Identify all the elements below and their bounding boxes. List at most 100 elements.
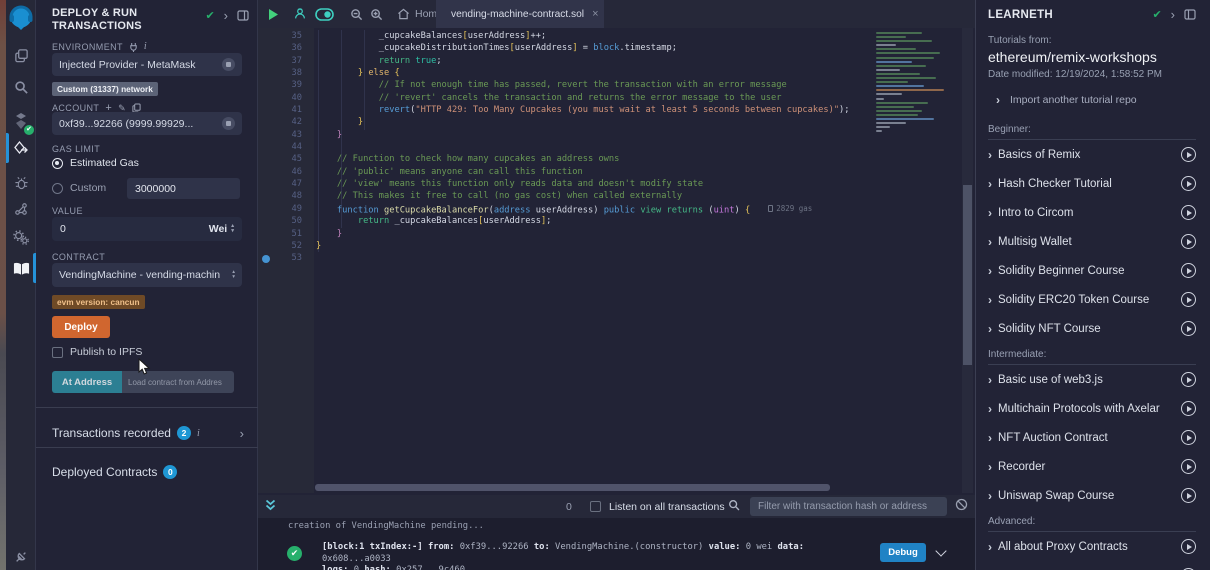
tutorial-item[interactable]: ›Uniswap Swap Course	[988, 481, 1196, 510]
tutorial-item[interactable]: ›Solidity ERC20 Token Course	[988, 285, 1196, 314]
code-line[interactable]: 42 }	[258, 116, 918, 128]
search-icon[interactable]	[6, 74, 36, 100]
filter-transactions-input[interactable]	[750, 497, 947, 516]
environment-select[interactable]: Injected Provider - MetaMask	[52, 53, 242, 76]
code-line[interactable]: 46 // 'public' means anyone can call thi…	[258, 166, 918, 178]
play-tutorial-button[interactable]	[1181, 321, 1196, 336]
tutorial-item[interactable]: ›NFT Auction Contract	[988, 423, 1196, 452]
solidity-analyzers-icon[interactable]	[6, 196, 36, 222]
code-line[interactable]: 36 _cupcakeDistributionTimes[userAddress…	[258, 42, 918, 54]
copy-address-icon[interactable]	[222, 117, 235, 130]
play-tutorial-button[interactable]	[1181, 430, 1196, 445]
deployed-contracts-row[interactable]: Deployed Contracts 0	[52, 458, 244, 486]
play-tutorial-button[interactable]	[1181, 147, 1196, 162]
expand-terminal-icon[interactable]	[264, 498, 277, 516]
publish-ipfs-row[interactable]: Publish to IPFS	[52, 346, 142, 358]
play-tutorial-button[interactable]	[1181, 292, 1196, 307]
play-tutorial-button[interactable]	[1181, 205, 1196, 220]
code-line[interactable]: 49 function getCupcakeBalanceFor(address…	[258, 203, 918, 215]
code-line[interactable]: 40 // 'revert' cancels the transaction a…	[258, 92, 918, 104]
editor-vertical-scrollbar[interactable]	[962, 28, 973, 493]
pin-panel-icon[interactable]	[1184, 9, 1196, 20]
transaction-log[interactable]: [block:1 txIndex:-] from: 0xf39...92266 …	[322, 542, 872, 570]
tutorial-item[interactable]: ›Hash Checker Tutorial	[988, 169, 1196, 198]
radio-selected-icon[interactable]	[52, 158, 63, 169]
play-tutorial-button[interactable]	[1181, 488, 1196, 503]
publish-ipfs-checkbox[interactable]	[52, 347, 63, 358]
tutorial-item[interactable]: ›Solidity NFT Course	[988, 314, 1196, 343]
code-line[interactable]: 37 return true;	[258, 55, 918, 67]
learneth-icon[interactable]	[6, 256, 36, 282]
zoom-in-icon[interactable]	[370, 8, 383, 21]
custom-gas-radio[interactable]: Custom	[52, 182, 106, 194]
plug-icon[interactable]	[129, 42, 138, 52]
code-line[interactable]: 41 revert("HTTP 429: Too Many Cupcakes (…	[258, 104, 918, 116]
code-line[interactable]: 44	[258, 141, 918, 153]
tutorial-item[interactable]: ›Basic use of web3.js	[988, 365, 1196, 394]
code-line[interactable]: 43 }	[258, 129, 918, 141]
remixai-assistant-icon[interactable]	[293, 7, 307, 21]
code-line[interactable]: 47 // 'view' means this function only re…	[258, 178, 918, 190]
estimated-gas-radio[interactable]: Estimated Gas	[52, 157, 139, 169]
plugin-manager-icon[interactable]	[6, 224, 36, 250]
code-line[interactable]: 52}	[258, 240, 918, 252]
tutorial-item[interactable]: ›Solidity Beginner Course	[988, 256, 1196, 285]
code-line[interactable]: 50 return _cupcakeBalances[userAddress];	[258, 215, 918, 227]
play-tutorial-button[interactable]	[1181, 372, 1196, 387]
remixai-toggle-icon[interactable]	[315, 8, 334, 21]
file-tab[interactable]: vending-machine-contract.sol ×	[436, 0, 604, 28]
plugin-connector-icon[interactable]	[6, 544, 36, 570]
contract-select[interactable]: VendingMachine - vending-machin ▴▾	[52, 263, 242, 287]
listen-all-transactions[interactable]: Listen on all transactions	[590, 501, 725, 513]
breakpoint-dot[interactable]	[262, 255, 270, 263]
radio-unselected-icon[interactable]	[52, 183, 63, 194]
play-tutorial-button[interactable]	[1181, 234, 1196, 249]
play-tutorial-button[interactable]	[1181, 401, 1196, 416]
play-tutorial-button[interactable]	[1181, 539, 1196, 554]
code-line[interactable]: 51 }	[258, 228, 918, 240]
value-input[interactable]	[60, 223, 150, 235]
editor-horizontal-scrollbar[interactable]	[315, 484, 830, 491]
deploy-button[interactable]: Deploy	[52, 316, 110, 338]
code-line[interactable]: 53	[258, 252, 918, 264]
tutorial-item[interactable]: ›All about Proxy Contracts	[988, 532, 1196, 561]
code-line[interactable]: 35 _cupcakeBalances[userAddress]++;	[258, 30, 918, 42]
collapse-panel-icon[interactable]: ›	[1171, 10, 1175, 20]
copy-env-icon[interactable]	[222, 58, 235, 71]
run-script-button[interactable]	[268, 8, 279, 21]
terminal-output[interactable]: creation of VendingMachine pending... ✔ …	[258, 518, 975, 570]
chevron-right-icon[interactable]: ›	[240, 426, 244, 441]
debugger-icon[interactable]	[6, 170, 36, 196]
tutorial-item[interactable]: ›Multisig Wallet	[988, 227, 1196, 256]
remix-logo[interactable]	[7, 4, 35, 32]
deploy-run-icon[interactable]	[6, 136, 36, 162]
expand-tx-icon[interactable]	[935, 545, 946, 556]
listen-checkbox[interactable]	[590, 501, 601, 512]
clear-console-icon[interactable]	[955, 498, 968, 516]
collapse-panel-icon[interactable]: ›	[224, 11, 228, 21]
account-select[interactable]: 0xf39...92266 (9999.99929...	[52, 112, 242, 135]
tutorial-item[interactable]: ›Recorder	[988, 452, 1196, 481]
code-line[interactable]: 38 } else {	[258, 67, 918, 79]
tutorial-item[interactable]: ›Multichain Protocols with Axelar	[988, 394, 1196, 423]
transactions-recorded-row[interactable]: Transactions recorded 2 i ›	[52, 419, 244, 447]
file-explorer-icon[interactable]	[6, 42, 36, 68]
info-icon[interactable]: i	[144, 41, 147, 52]
tutorial-item[interactable]: ›Intro to Circom	[988, 198, 1196, 227]
info-icon[interactable]: i	[197, 428, 200, 439]
custom-gas-input[interactable]	[127, 178, 240, 199]
tutorial-item[interactable]: ›Deploying with Libraries	[988, 561, 1196, 570]
code-line[interactable]: 39 // If not enough time has passed, rev…	[258, 79, 918, 91]
at-address-button[interactable]: At Address	[52, 371, 122, 393]
zoom-out-icon[interactable]	[350, 8, 363, 21]
play-tutorial-button[interactable]	[1181, 263, 1196, 278]
value-unit-select[interactable]: Wei▴▾	[209, 223, 234, 235]
unit-spinner-icon[interactable]: ▴▾	[231, 224, 234, 233]
import-tutorial-repo[interactable]: › Import another tutorial repo	[996, 94, 1196, 106]
tutorial-item[interactable]: ›Basics of Remix	[988, 140, 1196, 169]
editor-minimap[interactable]	[872, 28, 948, 493]
code-line[interactable]: 48 // This makes it free to call (no gas…	[258, 190, 918, 202]
debug-button[interactable]: Debug	[880, 543, 926, 562]
code-line[interactable]: 45 // Function to check how many cupcake…	[258, 153, 918, 165]
solidity-compiler-icon[interactable]: ✔	[6, 108, 36, 134]
